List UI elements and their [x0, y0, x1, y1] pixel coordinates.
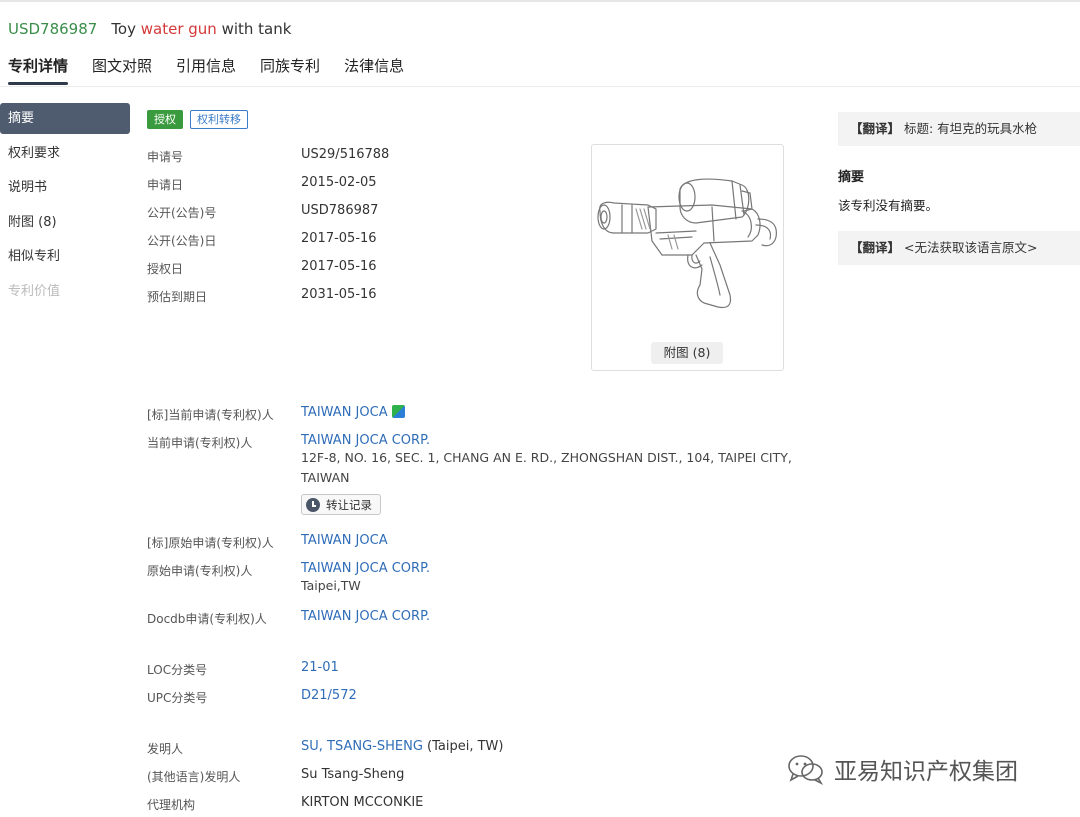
sidebar-item-similar[interactable]: 相似专利 [0, 241, 130, 276]
value: KIRTON MCCONKIE [301, 795, 424, 810]
sidebar-item-figures[interactable]: 附图 (8) [0, 207, 130, 242]
std-current-applicant-link[interactable]: TAIWAN JOCA [301, 405, 388, 420]
title-text-1: Toy [111, 20, 141, 38]
sidebar-item-claims[interactable]: 权利要求 [0, 138, 130, 173]
transfer-record-wrap: 转让记录 [301, 494, 792, 516]
value: US29/516788 [301, 147, 390, 162]
inventor-link[interactable]: SU, TSANG-SHENG [301, 739, 423, 754]
sidebar-item-value: 专利价值 [8, 283, 61, 299]
value: TAIWAN JOCA CORP. Taipei,TW [301, 561, 430, 596]
current-applicant-country: TAIWAN [301, 470, 350, 485]
wechat-icon [788, 755, 824, 785]
label: 原始申请(专利权)人 [147, 564, 253, 578]
abstract-heading: 摘要 [838, 170, 865, 185]
label: LOC分类号 [147, 663, 208, 677]
patent-number[interactable]: USD786987 [8, 20, 97, 38]
docdb-applicant-link[interactable]: TAIWAN JOCA CORP. [301, 609, 430, 624]
current-applicant-link[interactable]: TAIWAN JOCA CORP. [301, 433, 430, 448]
tab-text-image[interactable]: 图文对照 [92, 55, 152, 85]
value: Su Tsang-Sheng [301, 767, 405, 782]
std-original-applicant-link[interactable]: TAIWAN JOCA [301, 533, 388, 548]
translate-tag[interactable]: 【翻译】 [850, 121, 900, 136]
inventor-location: (Taipei, TW) [422, 739, 504, 754]
value: 2017-05-16 [301, 231, 377, 246]
value: 2017-05-16 [301, 259, 377, 274]
translate-tag[interactable]: 【翻译】 [850, 240, 900, 255]
translated-title: 标题: 有坦克的玩具水枪 [900, 121, 1038, 136]
abstract-text: 该专利没有摘要。 [838, 198, 939, 213]
value: 2015-02-05 [301, 175, 377, 190]
figure-thumbnail[interactable]: 附图 (8) [591, 144, 784, 371]
label: 公开(公告)日 [147, 234, 217, 248]
label: 公开(公告)号 [147, 206, 217, 220]
label: 代理机构 [147, 798, 196, 812]
sidebar-item-description[interactable]: 说明书 [0, 172, 130, 207]
label: [标]原始申请(专利权)人 [147, 536, 274, 550]
label: (其他语言)发明人 [147, 770, 241, 784]
original-applicant-link[interactable]: TAIWAN JOCA CORP. [301, 561, 430, 576]
loc-link[interactable]: 21-01 [301, 660, 339, 675]
current-applicant-address: 12F-8, NO. 16, SEC. 1, CHANG AN E. RD., … [301, 450, 792, 465]
figures-button[interactable]: 附图 (8) [651, 342, 723, 364]
watermark-text: 亚易知识产权集团 [834, 759, 1018, 785]
tab-family[interactable]: 同族专利 [260, 55, 320, 85]
patent-title: USD786987 Toy water gun with tank [8, 20, 291, 38]
tab-citations[interactable]: 引用信息 [176, 55, 236, 85]
granted-badge: 授权 [147, 110, 183, 129]
value: SU, TSANG-SHENG (Taipei, TW) [301, 739, 503, 754]
clock-icon [306, 497, 320, 512]
translated-abstract: <无法获取该语言原文> [900, 240, 1038, 255]
translation-title-box: 【翻译】 标题: 有坦克的玩具水枪 [838, 112, 1080, 146]
original-applicant-location: Taipei,TW [301, 578, 361, 593]
transfer-record-label: 转让记录 [326, 497, 372, 512]
label: 预估到期日 [147, 290, 208, 304]
sidebar-item-abstract[interactable]: 摘要 [0, 103, 130, 134]
title-text-2: with tank [216, 20, 292, 38]
company-logo-icon[interactable] [391, 405, 405, 418]
tab-bar: 专利详情 图文对照 引用信息 同族专利 法律信息 [8, 55, 428, 85]
label: 发明人 [147, 742, 184, 756]
top-border [0, 0, 1080, 2]
upc-link[interactable]: D21/572 [301, 688, 357, 703]
label: [标]当前申请(专利权)人 [147, 408, 274, 422]
title-text-highlight: water gun [140, 20, 217, 38]
tab-patent-details[interactable]: 专利详情 [8, 55, 69, 85]
watermark: 亚易知识产权集团 [786, 752, 1018, 786]
transfer-badge[interactable]: 权利转移 [190, 110, 248, 129]
label: 当前申请(专利权)人 [147, 436, 253, 450]
label: UPC分类号 [147, 691, 208, 705]
sidebar: 摘要 权利要求 说明书 附图 (8) 相似专利 专利价值 [0, 103, 130, 310]
status-badges: 授权 权利转移 [147, 110, 248, 129]
value: TAIWAN JOCA [301, 405, 405, 420]
water-gun-drawing [597, 178, 777, 309]
tab-divider [0, 86, 1080, 87]
transfer-record-button[interactable]: 转让记录 [301, 494, 381, 515]
translation-abstract-box: 【翻译】 <无法获取该语言原文> [838, 231, 1080, 265]
tab-legal[interactable]: 法律信息 [344, 55, 404, 85]
value: USD786987 [301, 203, 379, 218]
label: 申请日 [147, 178, 184, 192]
label: 申请号 [147, 150, 184, 164]
label: Docdb申请(专利权)人 [147, 612, 267, 626]
value: TAIWAN JOCA CORP. 12F-8, NO. 16, SEC. 1,… [301, 433, 792, 516]
value: 2031-05-16 [301, 287, 377, 302]
label: 授权日 [147, 262, 184, 276]
